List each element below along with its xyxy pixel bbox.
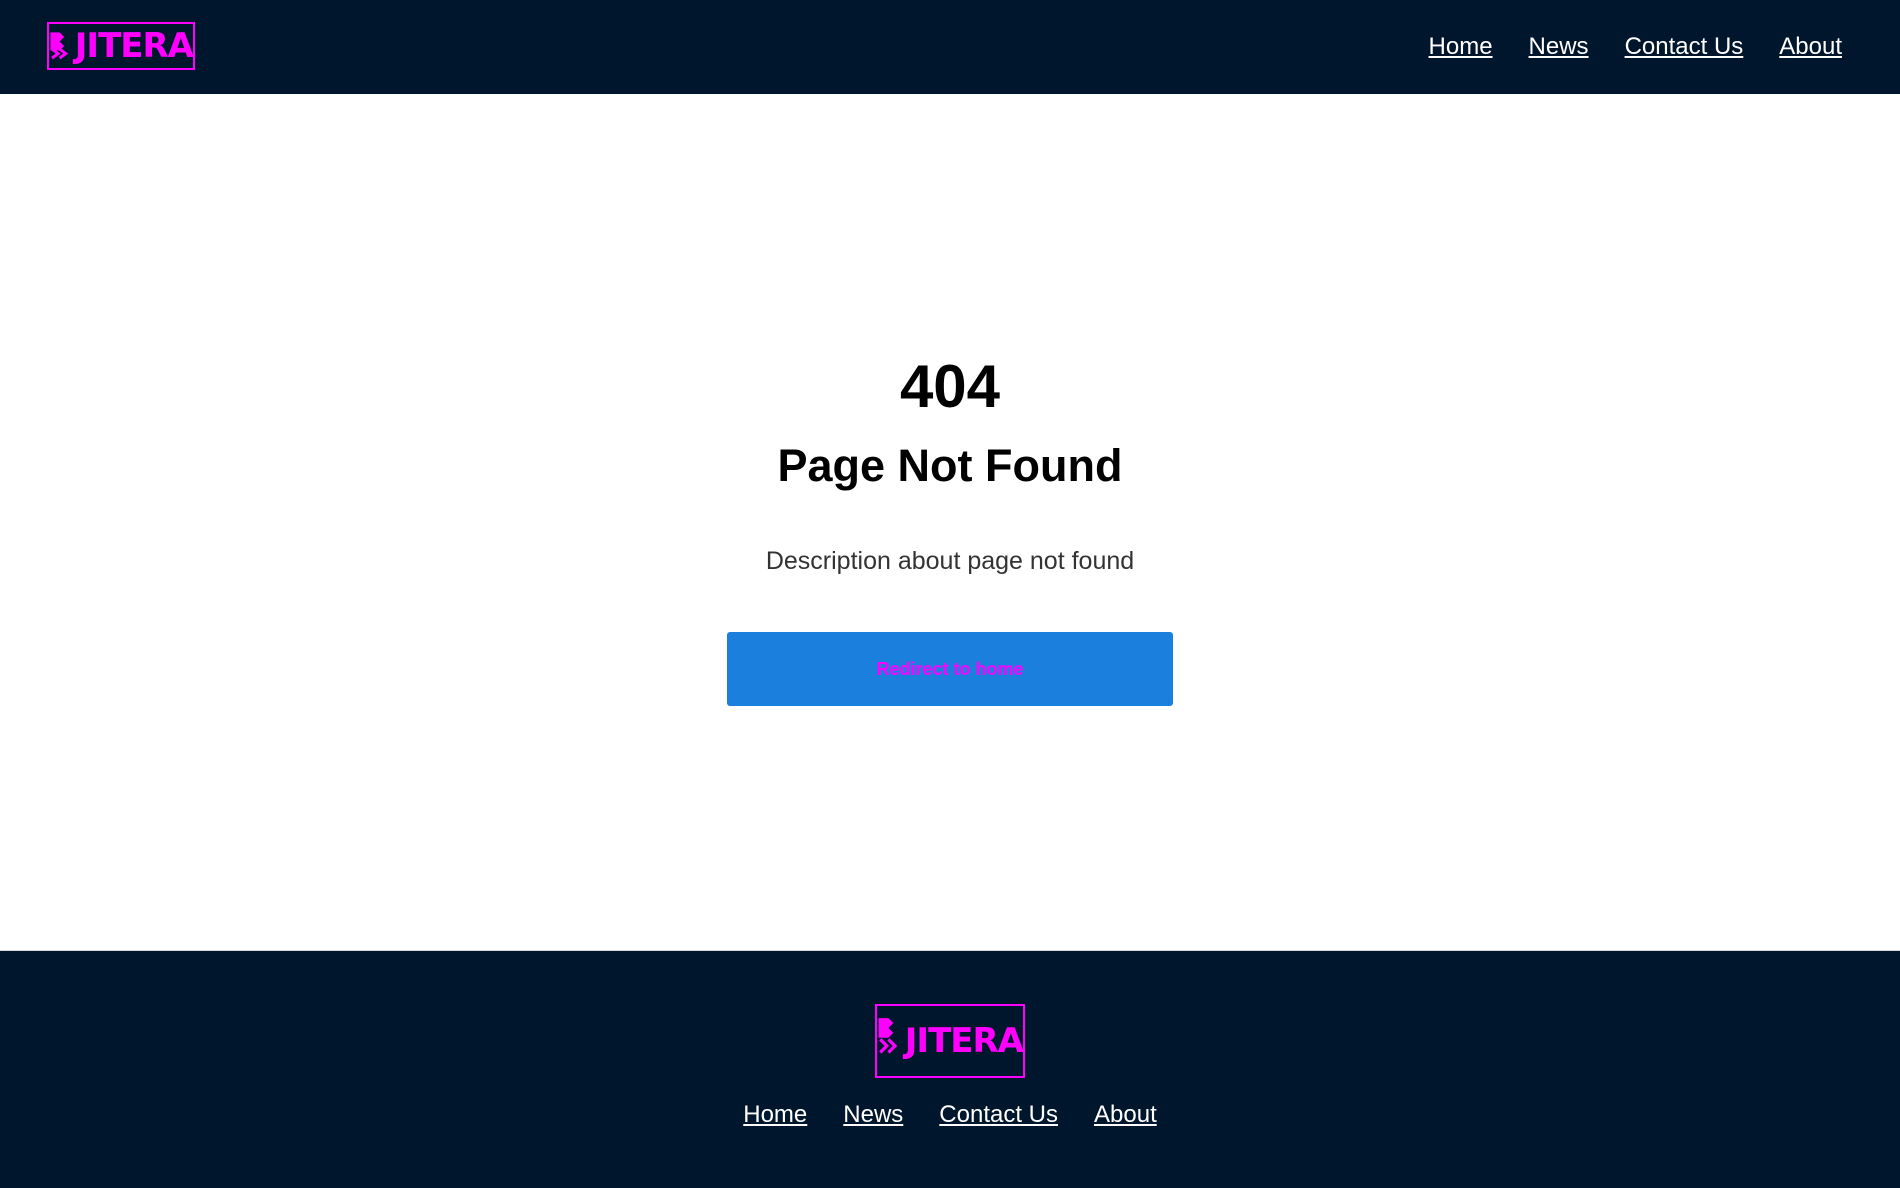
site-header: JITERA Home News Contact Us About <box>0 0 1900 94</box>
footer-nav-news[interactable]: News <box>843 1101 903 1129</box>
logo-text: JITERA <box>74 26 194 66</box>
jitera-logo-icon <box>878 1018 898 1054</box>
nav-news[interactable]: News <box>1529 33 1589 61</box>
site-footer: JITERA Home News Contact Us About <box>0 951 1900 1188</box>
page-title: Page Not Found <box>777 440 1123 491</box>
redirect-home-button[interactable]: Redirect to home <box>727 632 1173 706</box>
header-nav: Home News Contact Us About <box>1429 0 1842 94</box>
footer-nav-contact-us[interactable]: Contact Us <box>939 1101 1058 1129</box>
jitera-logo-icon <box>50 32 69 60</box>
nav-about[interactable]: About <box>1779 33 1842 61</box>
nav-home[interactable]: Home <box>1429 33 1493 61</box>
footer-nav: Home News Contact Us About <box>0 1101 1900 1129</box>
footer-nav-about[interactable]: About <box>1094 1101 1157 1129</box>
error-description: Description about page not found <box>765 547 1135 575</box>
nav-contact-us[interactable]: Contact Us <box>1625 33 1744 61</box>
footer-nav-home[interactable]: Home <box>743 1101 807 1129</box>
jitera-logo[interactable]: JITERA <box>47 22 195 70</box>
error-code: 404 <box>899 353 1001 420</box>
footer-jitera-logo[interactable]: JITERA <box>875 1004 1025 1078</box>
main-content: 404 Page Not Found Description about pag… <box>0 94 1900 951</box>
footer-logo-text: JITERA <box>904 1021 1024 1061</box>
